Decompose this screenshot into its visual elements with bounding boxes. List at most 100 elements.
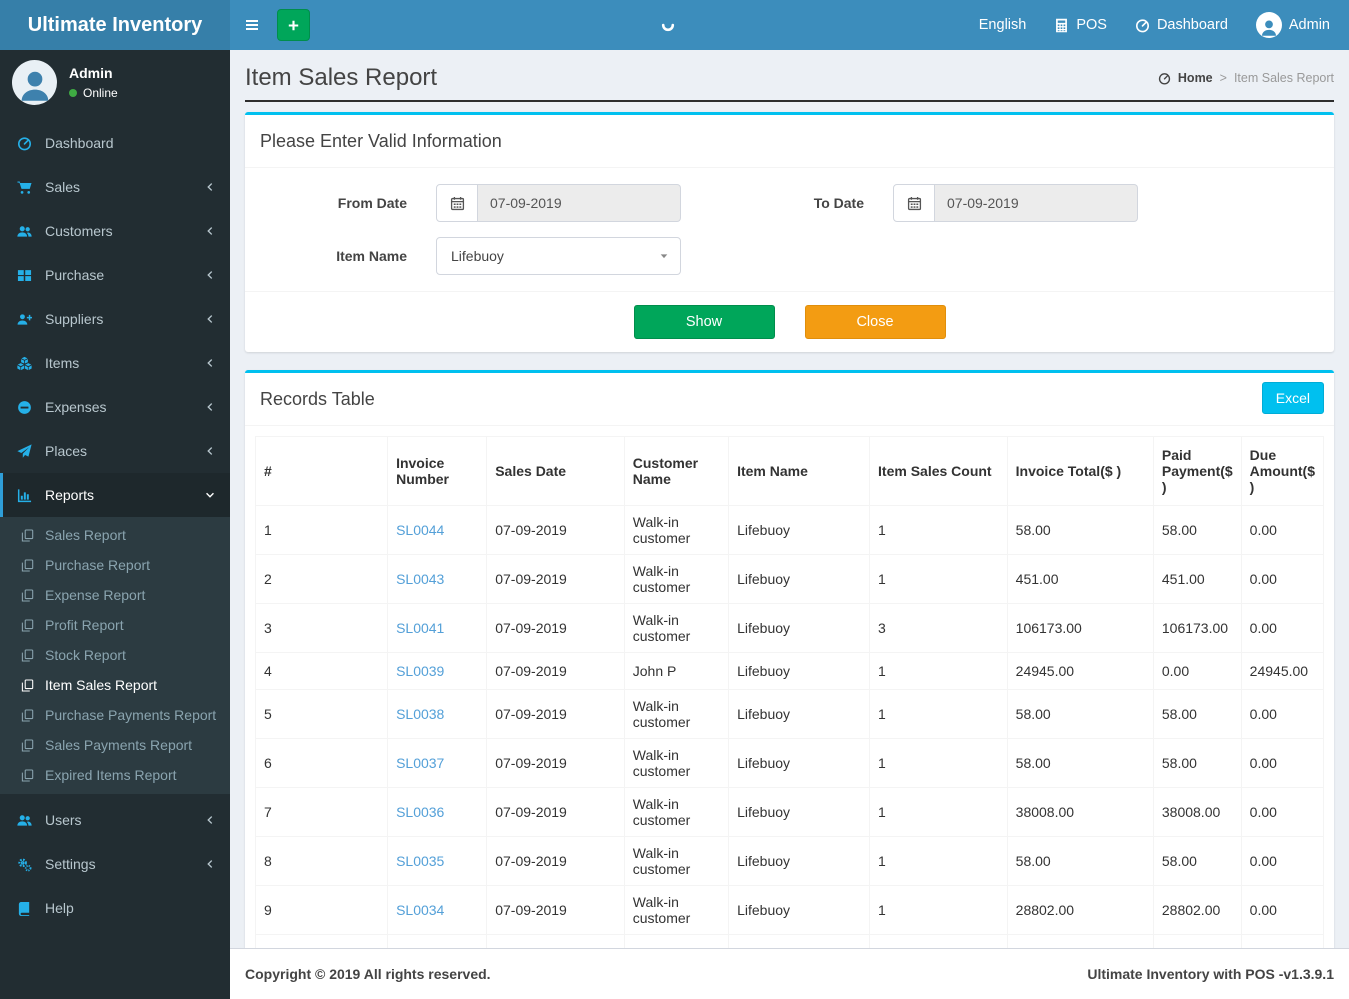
item-name-select[interactable]: Lifebuoy — [436, 237, 681, 275]
sidebar-item[interactable]: Customers — [0, 209, 230, 253]
user-avatar — [12, 60, 57, 105]
paper-plane-icon — [15, 443, 33, 459]
to-date-input[interactable] — [935, 184, 1138, 222]
invoice-link[interactable]: SL0041 — [396, 620, 444, 636]
invoice-link[interactable]: SL0039 — [396, 663, 444, 679]
sidebar-item-label: Dashboard — [45, 135, 114, 151]
chevron-left-icon — [205, 182, 215, 192]
close-button[interactable]: Close — [804, 305, 946, 339]
invoice-link[interactable]: SL0034 — [396, 902, 444, 918]
submenu-item[interactable]: Expired Items Report — [0, 760, 230, 790]
invoice-total-cell: 58.00 — [1006, 836, 1154, 886]
online-status-icon — [69, 89, 77, 97]
user-menu[interactable]: Admin — [1242, 0, 1344, 50]
dashboard-link[interactable]: Dashboard — [1121, 0, 1242, 50]
table-row: 2 SL0043 07-09-2019 Walk-in customer Lif… — [254, 554, 1325, 604]
gears-icon — [15, 857, 33, 872]
sidebar-item[interactable]: Purchase — [0, 253, 230, 297]
invoice-link[interactable]: SL0038 — [396, 706, 444, 722]
paid-payment-cell: 22140.00 — [1152, 934, 1242, 948]
item-name-cell: Lifebuoy — [728, 885, 871, 935]
paid-payment-cell: 0.00 — [1152, 652, 1242, 690]
sidebar-toggle-button[interactable] — [230, 0, 274, 50]
paid-payment-cell: 28802.00 — [1152, 885, 1242, 935]
minus-circle-icon — [15, 400, 33, 415]
filter-actions: Show Close — [245, 291, 1334, 352]
submenu-item[interactable]: Purchase Payments Report — [0, 700, 230, 730]
sidebar-item[interactable]: Help — [0, 886, 230, 930]
due-amount-cell: 0.00 — [1240, 934, 1325, 948]
item-sales-count-cell: 1 — [869, 652, 1008, 690]
hamburger-icon — [244, 17, 260, 33]
sidebar-item[interactable]: Dashboard — [0, 121, 230, 165]
row-index: 8 — [254, 836, 389, 886]
item-sales-count-cell: 1 — [869, 787, 1008, 837]
submenu-item[interactable]: Expense Report — [0, 580, 230, 610]
sidebar-item[interactable]: Settings — [0, 842, 230, 886]
plus-icon — [287, 19, 300, 32]
due-amount-cell: 0.00 — [1240, 689, 1325, 739]
submenu-item-label: Purchase Report — [45, 557, 151, 573]
navbar-right-menu: English POS Dashboard Admin — [965, 0, 1344, 50]
sales-date-cell: 07-09-2019 — [486, 689, 625, 739]
paid-payment-cell: 58.00 — [1152, 738, 1242, 788]
customer-name-cell: Walk-in customer — [623, 689, 730, 739]
submenu-item-label: Sales Report — [45, 527, 126, 543]
submenu-item[interactable]: Sales Report — [0, 520, 230, 550]
customer-name-cell: Walk-in customer — [623, 836, 730, 886]
column-header: # — [254, 436, 389, 506]
invoice-total-cell: 58.00 — [1006, 689, 1154, 739]
sidebar-item[interactable]: Expenses — [0, 385, 230, 429]
item-sales-count-cell: 1 — [869, 738, 1008, 788]
show-button[interactable]: Show — [633, 305, 775, 339]
add-button[interactable] — [277, 9, 310, 41]
invoice-link[interactable]: SL0036 — [396, 804, 444, 820]
due-amount-cell: 0.00 — [1240, 603, 1325, 653]
sidebar-item-label: Users — [45, 812, 82, 828]
table-row: 8 SL0035 07-09-2019 Walk-in customer Lif… — [254, 836, 1325, 886]
submenu-item[interactable]: Stock Report — [0, 640, 230, 670]
sidebar-item-label: Sales — [45, 179, 81, 195]
copy-icon — [21, 738, 36, 752]
submenu-item[interactable]: Purchase Report — [0, 550, 230, 580]
table-row: 5 SL0038 07-09-2019 Walk-in customer Lif… — [254, 689, 1325, 739]
copy-icon — [21, 528, 36, 542]
invoice-link[interactable]: SL0035 — [396, 853, 444, 869]
to-date-calendar-button[interactable] — [893, 184, 935, 222]
breadcrumb-home-link[interactable]: Home — [1178, 71, 1213, 85]
from-date-input[interactable] — [478, 184, 681, 222]
invoice-link[interactable]: SL0044 — [396, 522, 444, 538]
grid-icon — [15, 268, 33, 283]
invoice-link[interactable]: SL0043 — [396, 571, 444, 587]
submenu-item-label: Purchase Payments Report — [45, 707, 217, 723]
due-amount-cell: 0.00 — [1240, 885, 1325, 935]
sidebar: Admin Online Dashboard Sales Customers P… — [0, 50, 230, 999]
from-date-calendar-button[interactable] — [436, 184, 478, 222]
copy-icon — [21, 768, 36, 782]
invoice-link[interactable]: SL0037 — [396, 755, 444, 771]
records-table: # Invoice Number Sales Date Customer Name It… — [254, 436, 1325, 948]
pos-link[interactable]: POS — [1040, 0, 1121, 50]
sidebar-item[interactable]: Users — [0, 798, 230, 842]
column-header: Item Name — [728, 436, 871, 506]
submenu-item[interactable]: Profit Report — [0, 610, 230, 640]
brand[interactable]: Ultimate Inventory — [0, 0, 230, 50]
records-panel-header: Records Table Excel — [245, 373, 1334, 426]
item-sales-count-cell: 1 — [869, 885, 1008, 935]
page-footer: Copyright © 2019 All rights reserved. Ul… — [230, 948, 1349, 999]
sidebar-item[interactable]: Items — [0, 341, 230, 385]
sidebar-item[interactable]: Places — [0, 429, 230, 473]
chevron-left-icon — [205, 815, 215, 825]
submenu-item[interactable]: Item Sales Report — [0, 670, 230, 700]
paid-payment-cell: 58.00 — [1152, 836, 1242, 886]
sidebar-item[interactable]: Reports — [0, 473, 230, 517]
sidebar-item[interactable]: Suppliers — [0, 297, 230, 341]
customer-name-cell: Walk-in customer — [623, 787, 730, 837]
submenu-item[interactable]: Sales Payments Report — [0, 730, 230, 760]
language-menu[interactable]: English — [965, 0, 1041, 50]
sidebar-item[interactable]: Sales — [0, 165, 230, 209]
excel-export-button[interactable]: Excel — [1261, 382, 1324, 414]
due-amount-cell: 0.00 — [1240, 554, 1325, 604]
copy-icon — [21, 588, 36, 602]
item-name-cell: Lifebuoy — [728, 836, 871, 886]
